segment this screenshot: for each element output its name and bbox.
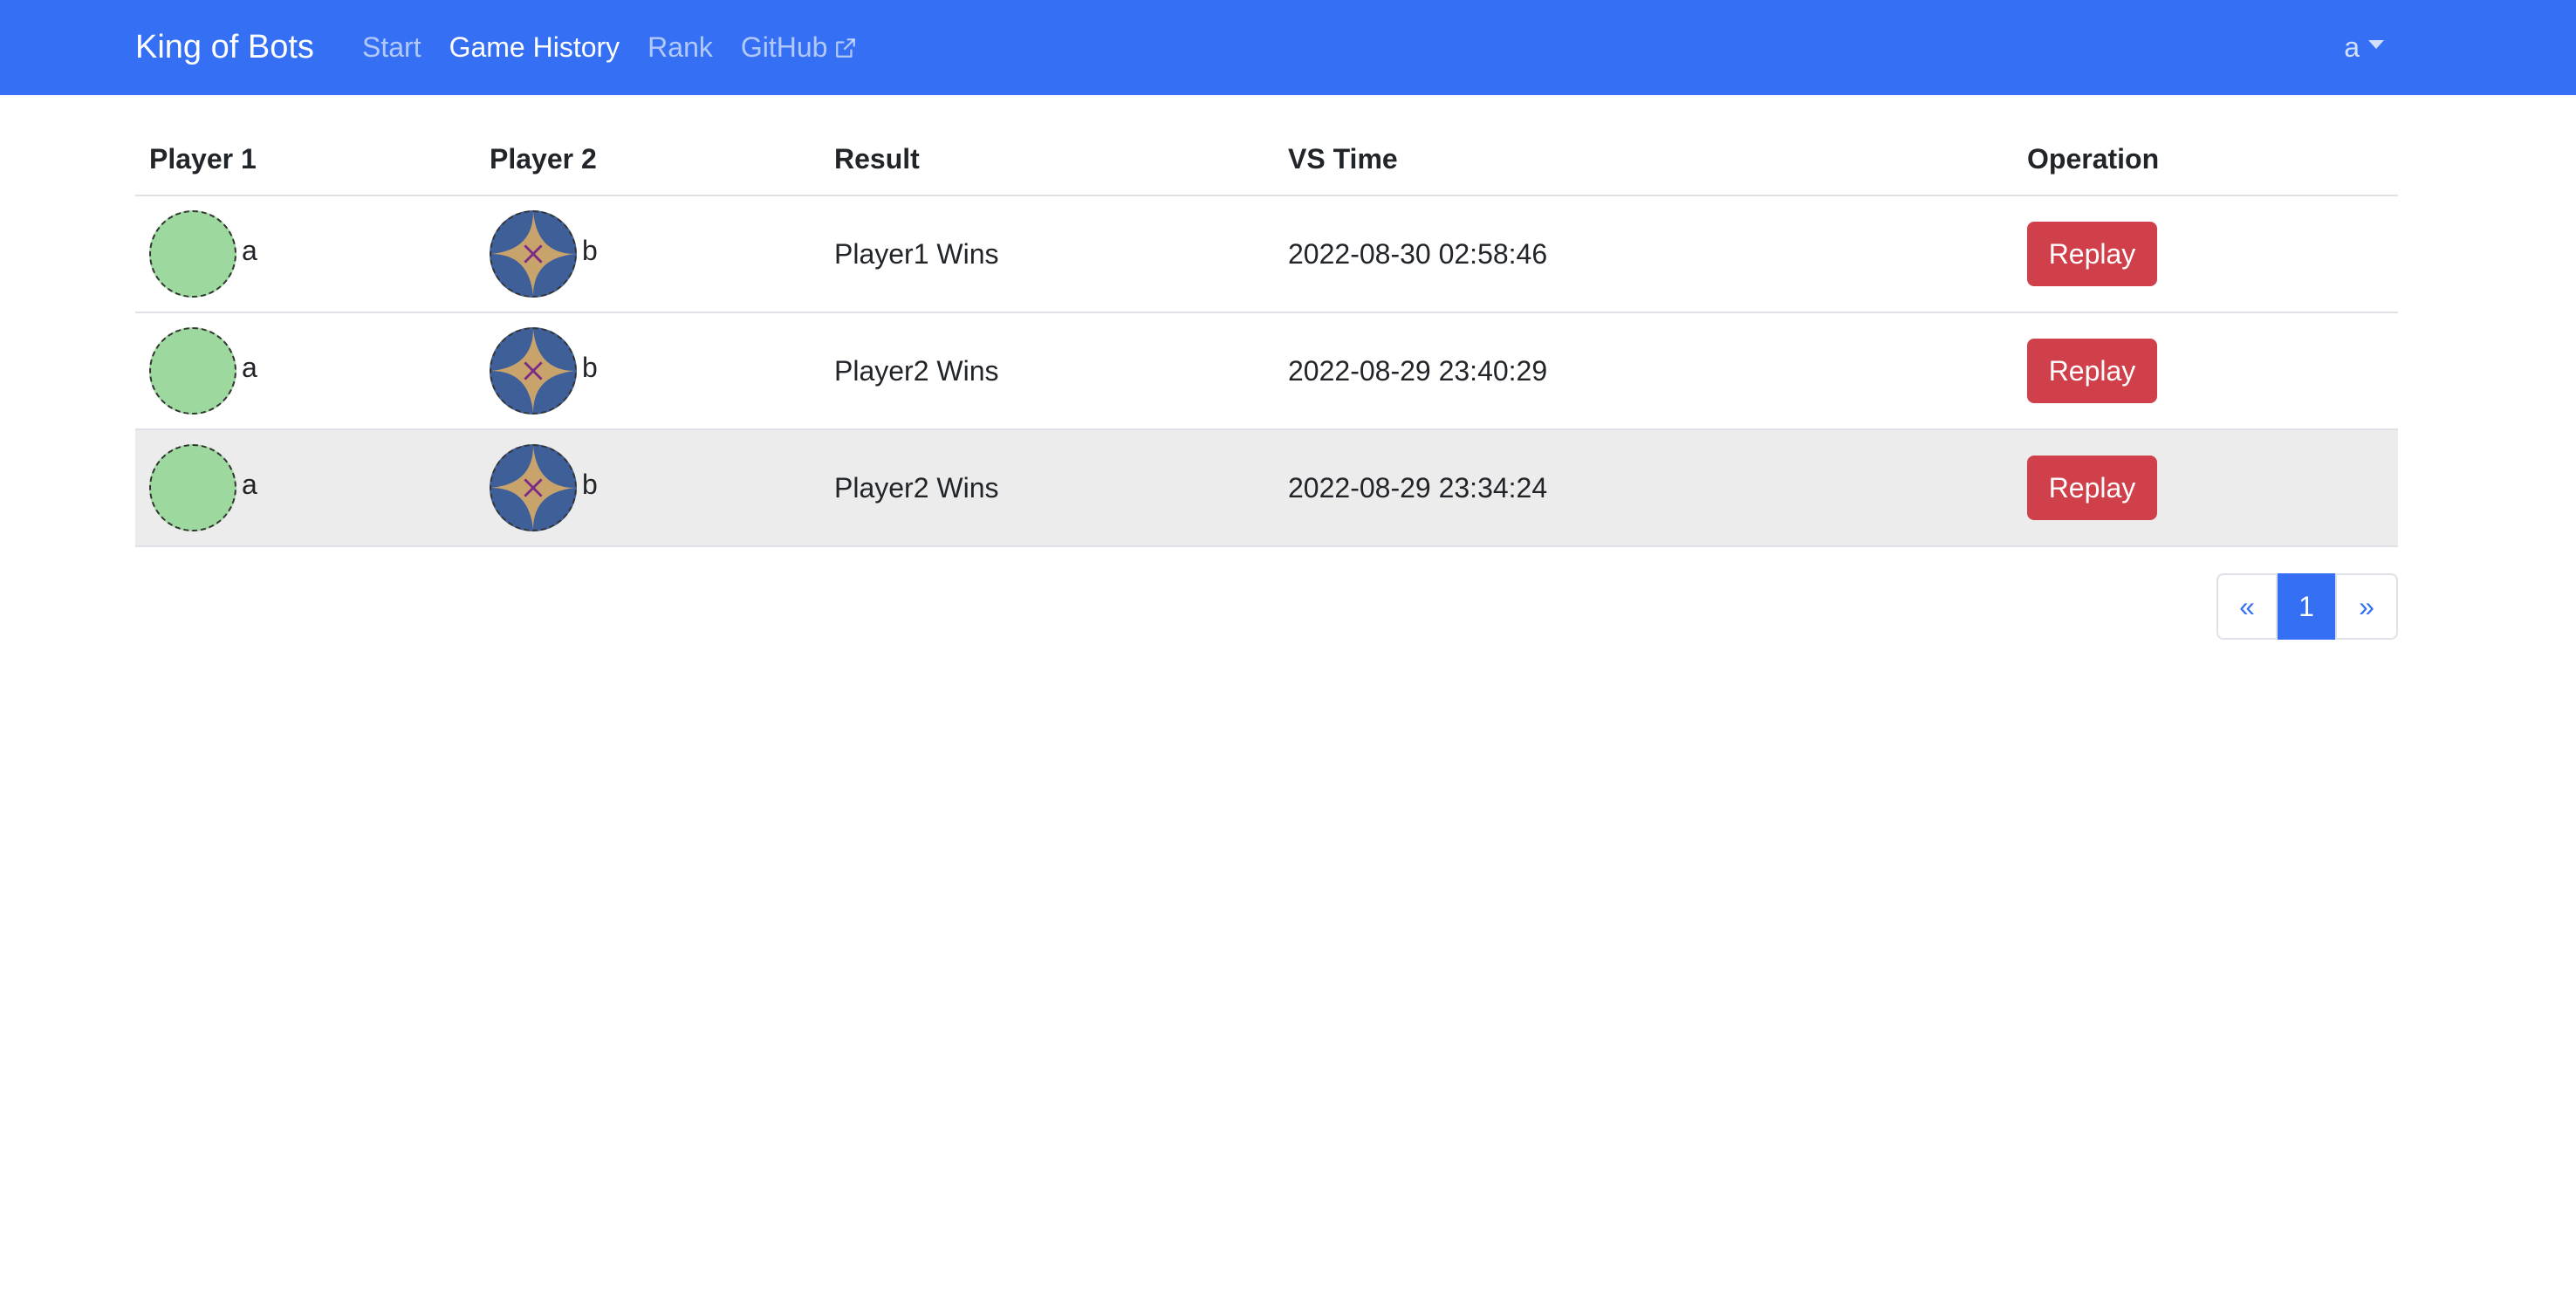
- player1-cell: a: [149, 210, 462, 298]
- user-name: a: [2344, 31, 2360, 63]
- player1-avatar: [149, 210, 236, 298]
- game-history-table: Player 1 Player 2 Result VS Time Operati…: [135, 124, 2398, 547]
- header-operation: Operation: [2013, 124, 2398, 196]
- vs-time-cell: 2022-08-29 23:34:24: [1274, 429, 2013, 547]
- player2-name: b: [582, 468, 598, 500]
- nav-link-github-label: GitHub: [740, 31, 828, 63]
- pagination: « 1 »: [2216, 573, 2398, 640]
- table-row: a b Player1 Wins 2022-08-30 02:58:46 Rep…: [135, 195, 2398, 313]
- brand-link[interactable]: King of Bots: [135, 0, 314, 95]
- result-cell: Player2 Wins: [820, 312, 1274, 430]
- table-row: a b Player2 Wins 2022-: [135, 429, 2398, 547]
- external-link-icon: [834, 37, 857, 59]
- header-result: Result: [820, 124, 1274, 196]
- user-dropdown[interactable]: a: [2344, 0, 2384, 95]
- nav-link-rank[interactable]: Rank: [647, 31, 713, 64]
- nav-links: Start Game History Rank GitHub: [362, 0, 885, 95]
- header-player1: Player 1: [135, 124, 476, 196]
- player1-cell: a: [149, 444, 462, 531]
- player2-name: b: [582, 351, 598, 383]
- pagination-next-button[interactable]: »: [2335, 573, 2398, 640]
- pagination-prev-button[interactable]: «: [2216, 573, 2278, 640]
- pagination-page-1[interactable]: 1: [2278, 573, 2335, 640]
- player1-name: a: [242, 351, 257, 383]
- nav-link-game-history[interactable]: Game History: [449, 31, 620, 64]
- replay-button[interactable]: Replay: [2027, 222, 2157, 286]
- player2-avatar: [490, 327, 577, 415]
- table-row: a b Player2 Wins 2022-: [135, 312, 2398, 430]
- replay-button[interactable]: Replay: [2027, 456, 2157, 520]
- replay-button[interactable]: Replay: [2027, 339, 2157, 403]
- table-header-row: Player 1 Player 2 Result VS Time Operati…: [135, 124, 2398, 196]
- header-vs-time: VS Time: [1274, 124, 2013, 196]
- player2-cell: b: [490, 327, 806, 415]
- result-cell: Player1 Wins: [820, 195, 1274, 313]
- header-player2: Player 2: [476, 124, 820, 196]
- nav-link-github[interactable]: GitHub: [741, 31, 858, 64]
- result-cell: Player2 Wins: [820, 429, 1274, 547]
- player2-cell: b: [490, 210, 806, 298]
- player1-avatar: [149, 444, 236, 531]
- vs-time-cell: 2022-08-29 23:40:29: [1274, 312, 2013, 430]
- top-navbar: King of Bots Start Game History Rank Git…: [0, 0, 2576, 95]
- nav-link-start[interactable]: Start: [362, 31, 421, 64]
- player2-avatar: [490, 444, 577, 531]
- vs-time-cell: 2022-08-30 02:58:46: [1274, 195, 2013, 313]
- player1-avatar: [149, 327, 236, 415]
- caret-down-icon: [2368, 39, 2384, 49]
- game-history-content: Player 1 Player 2 Result VS Time Operati…: [135, 124, 2398, 640]
- player2-cell: b: [490, 444, 806, 531]
- player1-cell: a: [149, 327, 462, 415]
- player2-avatar: [490, 210, 577, 298]
- player2-name: b: [582, 234, 598, 266]
- player1-name: a: [242, 468, 257, 500]
- player1-name: a: [242, 234, 257, 266]
